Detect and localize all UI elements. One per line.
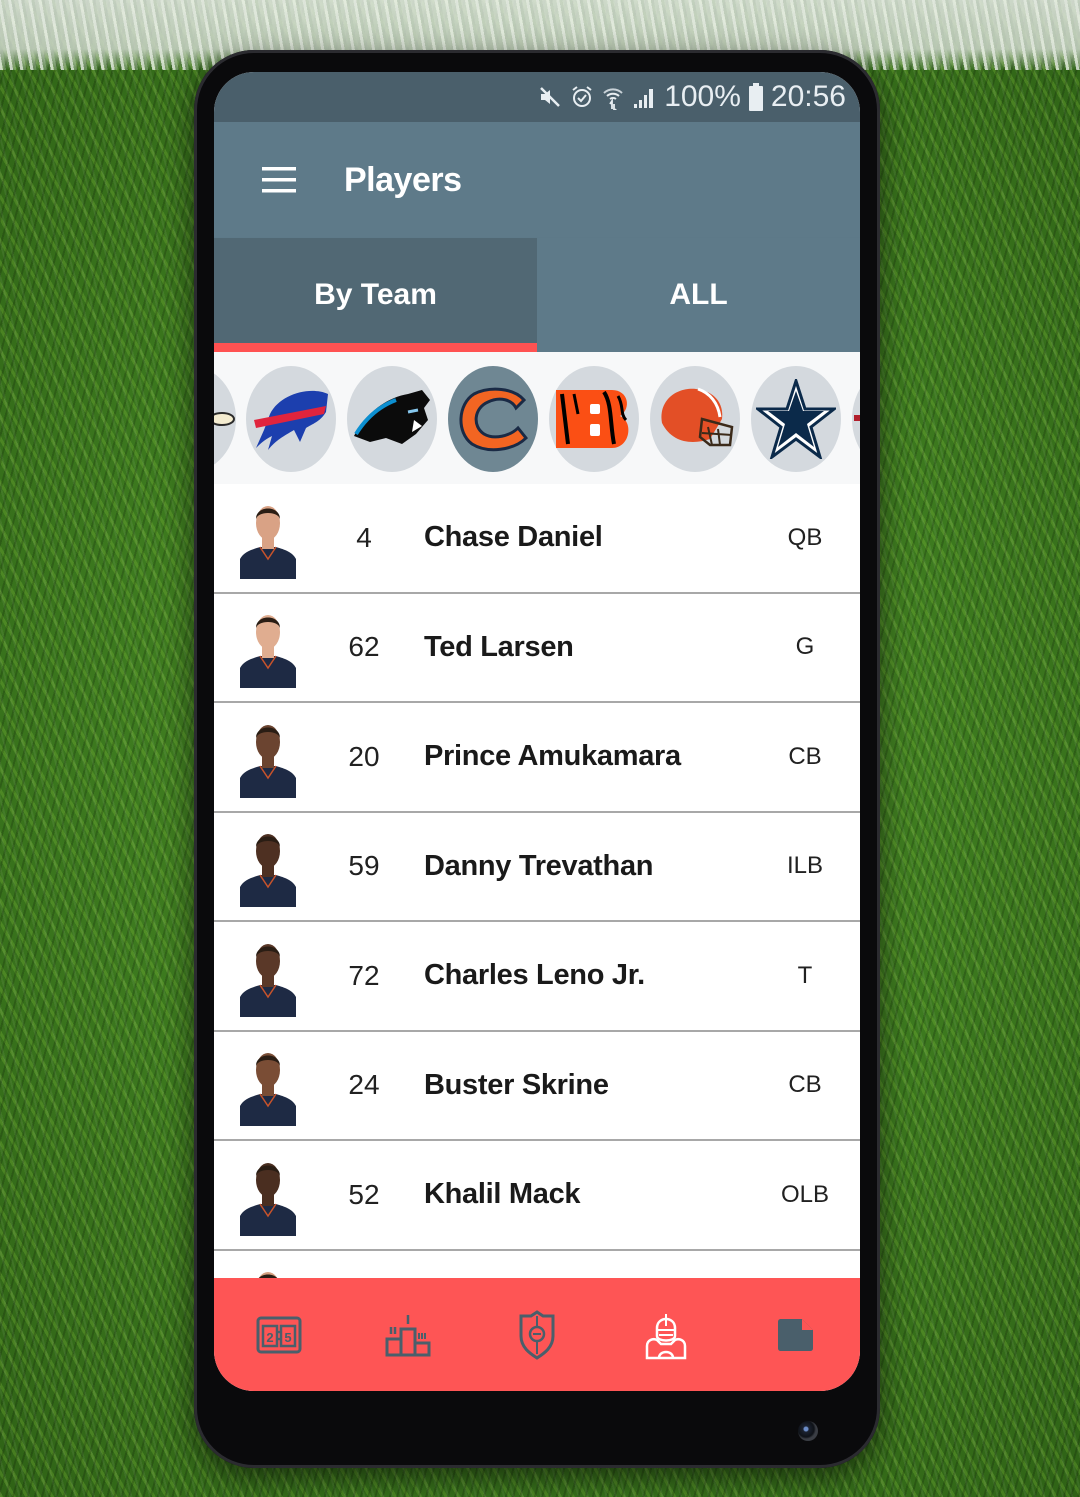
app-bar: Players xyxy=(214,122,860,238)
team-logo-panthers[interactable] xyxy=(347,366,437,472)
menu-button[interactable] xyxy=(214,122,344,238)
player-number: 72 xyxy=(348,959,380,991)
player-number: 20 xyxy=(348,740,380,772)
player-row[interactable] xyxy=(214,1251,860,1278)
front-camera xyxy=(798,1421,818,1441)
battery-percent: 100% xyxy=(664,80,741,113)
player-position: G xyxy=(795,633,815,661)
signal-icon xyxy=(632,85,656,109)
cowboys-logo xyxy=(756,379,836,459)
tab-by-team[interactable]: By Team xyxy=(214,238,537,352)
player-name: Prince Amukamara xyxy=(424,740,681,773)
tab-bar: By Team ALL xyxy=(214,238,860,352)
nav-teams[interactable] xyxy=(497,1295,577,1375)
player-row[interactable]: 24 Buster Skrine CB xyxy=(214,1032,860,1141)
player-avatar xyxy=(240,1263,296,1278)
page-title: Players xyxy=(344,160,462,199)
player-row[interactable]: 62 Ted Larsen G xyxy=(214,594,860,703)
player-list[interactable]: 4 Chase Daniel QB 62 Ted Larsen G 20 Prince Amu… xyxy=(214,484,860,1278)
player-avatar xyxy=(240,1154,296,1236)
player-position: ILB xyxy=(786,852,824,880)
player-row[interactable]: 20 Prince Amukamara CB xyxy=(214,703,860,813)
player-avatar xyxy=(240,606,296,689)
player-row[interactable]: 72 Charles Leno Jr. T xyxy=(214,922,860,1032)
player-number: 52 xyxy=(348,1178,380,1210)
player-name: Khalil Mack xyxy=(424,1178,581,1211)
player-avatar xyxy=(240,825,296,908)
document-icon xyxy=(778,1318,814,1351)
bills-logo xyxy=(254,390,328,450)
bengals-logo xyxy=(556,390,629,448)
player-name: Danny Trevathan xyxy=(424,849,654,882)
player-row[interactable]: 59 Danny Trevathan ILB xyxy=(214,813,860,922)
bottom-navigation: 2 5 xyxy=(214,1278,860,1391)
partial-team-logo xyxy=(854,415,860,421)
player-position: QB xyxy=(787,523,823,551)
team-shield-icon xyxy=(519,1309,555,1360)
bears-logo xyxy=(459,387,529,452)
panthers-logo xyxy=(354,390,430,444)
player-position: CB xyxy=(788,1071,822,1099)
status-bar: 100% 20:56 xyxy=(214,72,860,122)
player-row[interactable]: 4 Chase Daniel QB xyxy=(214,484,860,594)
nav-news[interactable] xyxy=(755,1295,835,1375)
player-position: OLB xyxy=(780,1180,830,1208)
partial-team-logo xyxy=(214,412,235,426)
podium-icon xyxy=(385,1314,431,1356)
player-number: 24 xyxy=(348,1069,380,1101)
football-player-icon xyxy=(645,1313,687,1359)
team-logo-partial-left[interactable] xyxy=(214,366,236,472)
team-selector[interactable] xyxy=(214,352,860,484)
browns-logo xyxy=(661,387,734,447)
player-position: CB xyxy=(788,742,822,770)
player-name: Chase Daniel xyxy=(424,521,603,554)
player-position: T xyxy=(797,961,813,989)
team-logo-bengals[interactable] xyxy=(549,366,639,472)
player-number: 4 xyxy=(356,521,372,553)
player-avatar xyxy=(240,935,296,1017)
nav-players[interactable] xyxy=(626,1295,706,1375)
tab-all[interactable]: ALL xyxy=(537,238,860,352)
svg-text:2: 2 xyxy=(266,1330,273,1345)
hamburger-menu-icon xyxy=(262,167,296,193)
team-logo-cowboys[interactable] xyxy=(751,366,841,472)
mute-icon xyxy=(538,85,562,109)
team-logo-bills[interactable] xyxy=(246,366,336,472)
player-name: Charles Leno Jr. xyxy=(424,959,645,992)
nav-standings[interactable] xyxy=(368,1295,448,1375)
player-row[interactable]: 52 Khalil Mack OLB xyxy=(214,1141,860,1251)
scoreboard-icon: 2 5 xyxy=(256,1316,302,1353)
team-logo-partial-right[interactable] xyxy=(852,366,860,472)
player-number: 59 xyxy=(348,850,380,882)
clock: 20:56 xyxy=(770,80,846,113)
svg-text:5: 5 xyxy=(284,1330,291,1345)
team-logo-bears[interactable] xyxy=(448,366,538,472)
player-avatar xyxy=(240,716,296,798)
player-avatar xyxy=(240,1044,296,1127)
app-screen: 100% 20:56 Players By Team ALL 4 Chase D… xyxy=(214,72,860,1391)
battery-icon xyxy=(748,83,763,111)
player-avatar xyxy=(240,497,296,579)
wifi-icon xyxy=(602,84,624,110)
player-number: 62 xyxy=(348,631,380,663)
alarm-icon xyxy=(570,84,594,110)
nav-scores[interactable]: 2 5 xyxy=(239,1295,319,1375)
team-logo-browns[interactable] xyxy=(650,366,740,472)
player-name: Ted Larsen xyxy=(424,630,574,663)
player-name: Buster Skrine xyxy=(424,1068,609,1101)
